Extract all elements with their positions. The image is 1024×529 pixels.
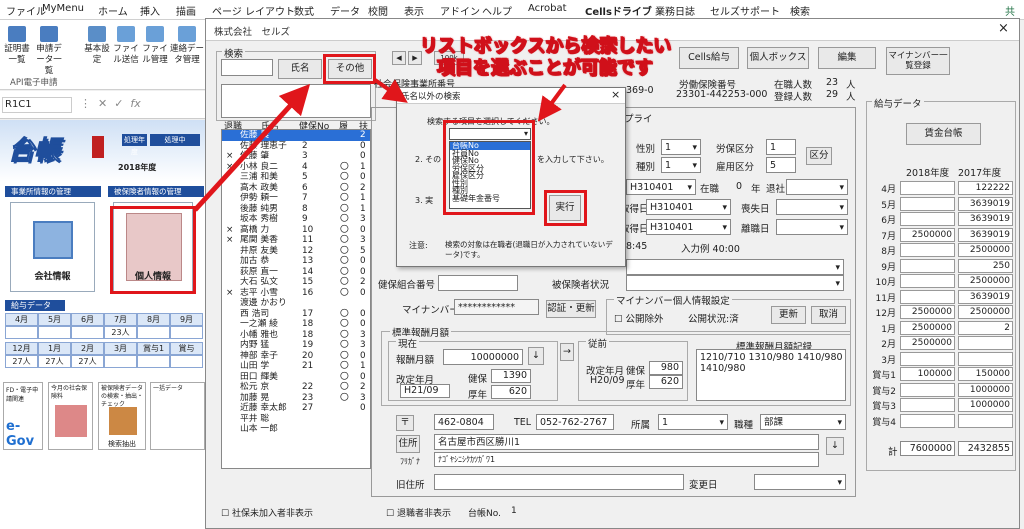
- arrow-to-options: [537, 83, 567, 122]
- callout-arrows: [193, 78, 567, 212]
- arrow-to-other-button: [193, 83, 311, 212]
- arrow-to-sub-dialog: [373, 78, 408, 103]
